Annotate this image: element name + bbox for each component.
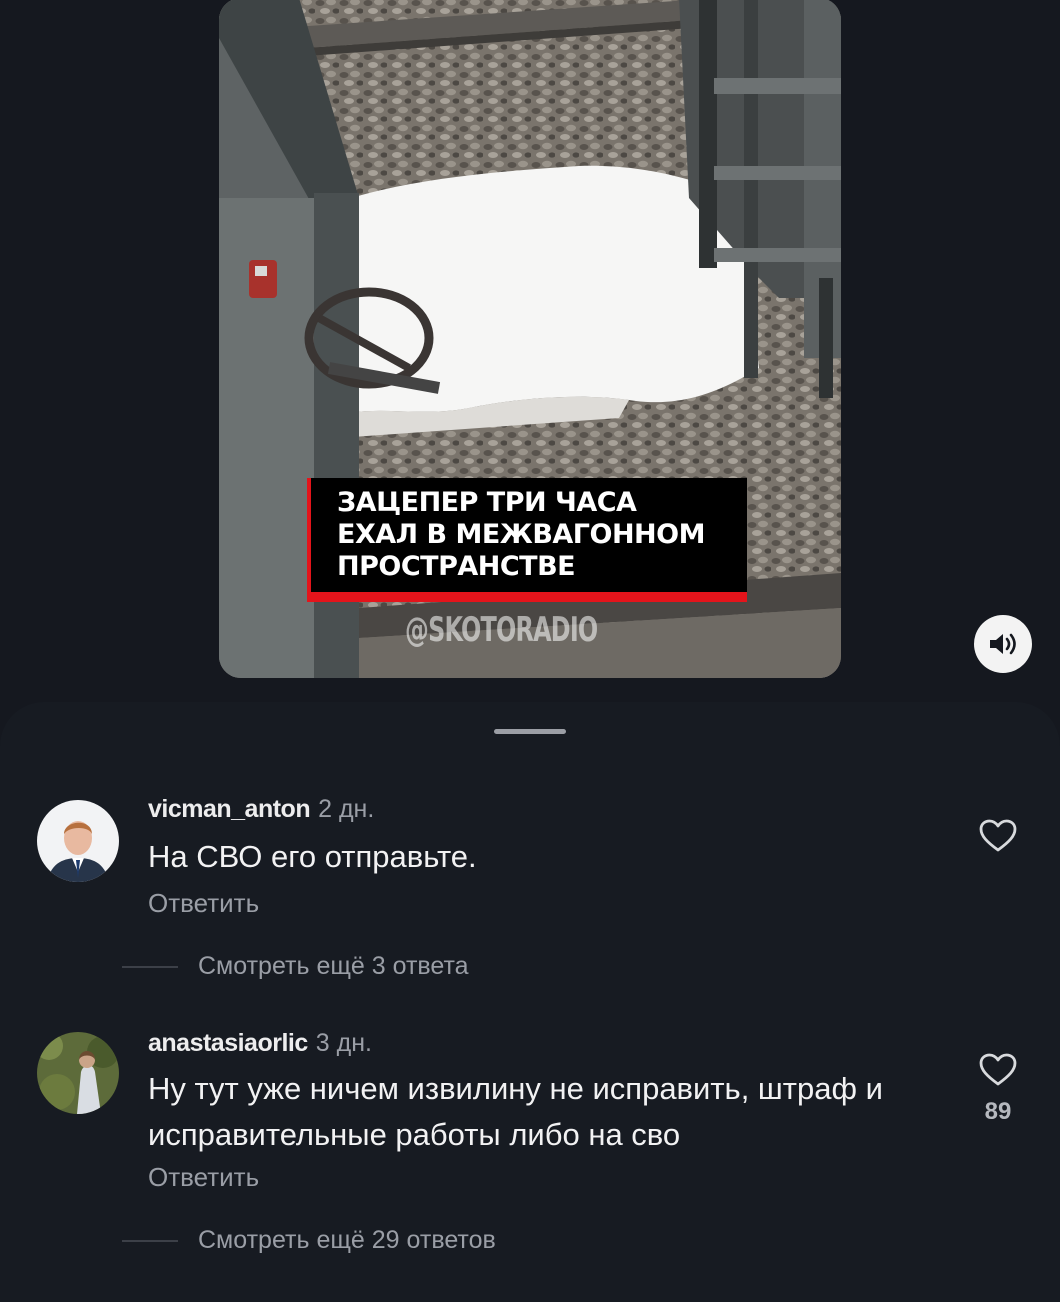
comment-username[interactable]: anastasiaorlic 3 дн. <box>148 1029 372 1058</box>
comment-time: 3 дн. <box>315 1029 372 1057</box>
drag-handle[interactable] <box>494 729 566 734</box>
reply-button[interactable]: Ответить <box>148 888 259 919</box>
caption-line-1: ЗАЦЕПЕР ТРИ ЧАСА <box>337 487 637 518</box>
comment-username[interactable]: vicman_anton 2 дн. <box>148 795 374 824</box>
like-button[interactable] <box>974 812 1022 860</box>
comment-time: 2 дн. <box>318 795 375 823</box>
comment-text: На СВО его отправьте. <box>148 839 477 874</box>
video-area: ЗАЦЕПЕР ТРИ ЧАСА ЕХАЛ В МЕЖВАГОННОМ ПРОС… <box>0 0 1060 705</box>
like-button[interactable] <box>974 1046 1022 1094</box>
avatar[interactable] <box>37 800 119 882</box>
video-caption: ЗАЦЕПЕР ТРИ ЧАСА ЕХАЛ В МЕЖВАГОННОМ ПРОС… <box>307 478 747 602</box>
view-more-replies[interactable]: Смотреть ещё 29 ответов <box>122 1226 496 1255</box>
sound-toggle-button[interactable] <box>974 615 1032 673</box>
replies-divider <box>122 1239 178 1242</box>
replies-divider <box>122 965 178 968</box>
caption-line-2: ЕХАЛ В МЕЖВАГОННОМ <box>337 519 705 550</box>
like-count: 89 <box>984 1098 1012 1125</box>
speaker-icon <box>990 633 1016 655</box>
video-watermark: @SKOTORADIO <box>405 610 598 650</box>
heart-icon <box>979 819 1017 852</box>
heart-icon <box>979 1053 1017 1086</box>
view-more-replies[interactable]: Смотреть ещё 3 ответа <box>122 952 469 981</box>
caption-line-3: ПРОСТРАНСТВЕ <box>337 551 576 582</box>
video-player[interactable]: ЗАЦЕПЕР ТРИ ЧАСА ЕХАЛ В МЕЖВАГОННОМ ПРОС… <box>219 0 841 678</box>
avatar[interactable] <box>37 1032 119 1114</box>
reply-button[interactable]: Ответить <box>148 1162 259 1193</box>
comments-sheet: vicman_anton 2 дн. На СВО его отправьте. … <box>0 702 1060 1302</box>
comment-text: Ну тут уже ничем извилину не исправить, … <box>148 1071 883 1152</box>
